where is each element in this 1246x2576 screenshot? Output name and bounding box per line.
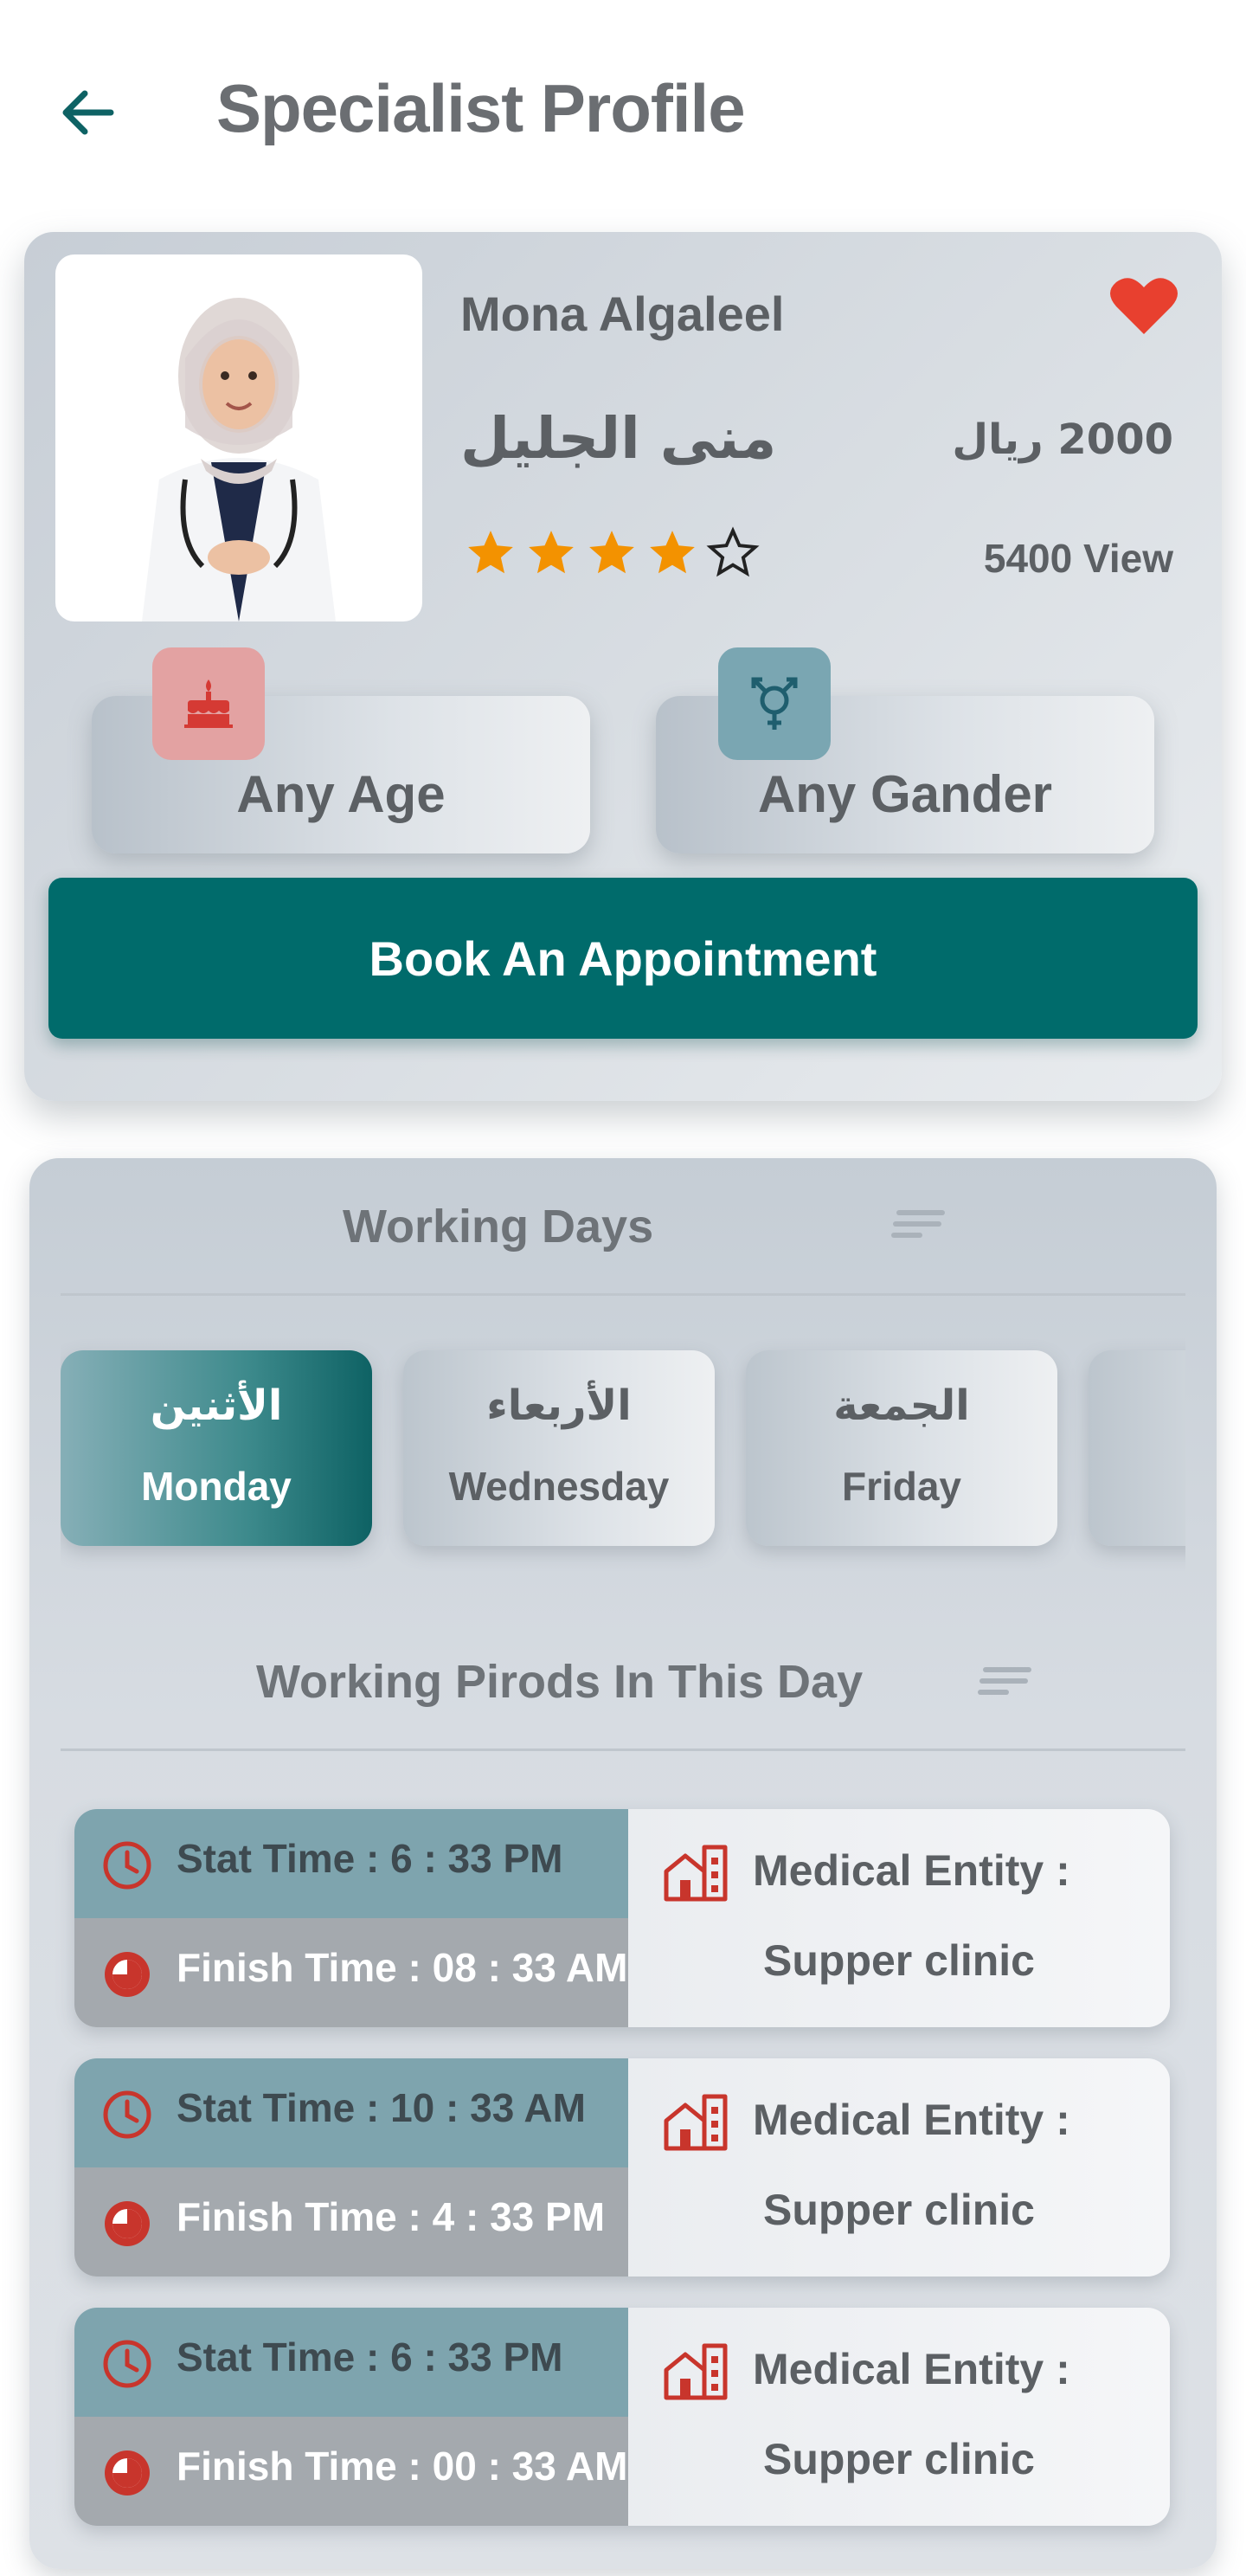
finish-time-row: Finish Time : 00 : 33 AM: [74, 2417, 628, 2526]
specialist-card: Mona Algaleel منى الجليل 2000 ريال 5400 …: [24, 232, 1222, 1101]
working-days-card: Working Days الأثنين Monday الأربعاء Wed…: [29, 1158, 1217, 2569]
entity-label: Medical Entity :: [753, 2096, 1070, 2144]
arrow-left-icon: [62, 90, 114, 135]
start-time: Stat Time : 6 : 33 PM: [177, 2334, 563, 2380]
sort-lines-icon[interactable]: [891, 1207, 948, 1241]
building-icon: [664, 2343, 728, 2400]
favorite-button[interactable]: [1109, 275, 1179, 336]
entity-label: Medical Entity :: [753, 1846, 1070, 1895]
age-label: Any Age: [236, 765, 446, 823]
day-label-ar: الجمعة: [833, 1381, 970, 1430]
day-partial[interactable]: S: [1089, 1350, 1185, 1546]
day-label-ar: الأربعاء: [486, 1381, 632, 1430]
period-times: Stat Time : 6 : 33 PM Finish Time : 08 :…: [74, 1809, 628, 2027]
page-title: Specialist Profile: [216, 70, 746, 146]
specialist-name-en: Mona Algaleel: [460, 287, 785, 341]
heart-icon: [1110, 278, 1178, 334]
finish-time: Finish Time : 00 : 33 AM: [177, 2444, 628, 2489]
period-item[interactable]: Stat Time : 10 : 33 AM Finish Time : 4 :…: [74, 2058, 1170, 2277]
day-friday[interactable]: الجمعة Friday: [746, 1350, 1057, 1546]
days-scroller[interactable]: الأثنين Monday الأربعاء Wednesday الجمعة…: [61, 1324, 1185, 1584]
day-label-en: Wednesday: [448, 1464, 670, 1509]
view-count: 5400 View: [983, 536, 1173, 581]
finish-time: Finish Time : 08 : 33 AM: [177, 1945, 628, 1990]
period-times: Stat Time : 6 : 33 PM Finish Time : 00 :…: [74, 2308, 628, 2526]
clock-icon: [103, 2340, 151, 2388]
day-label-en: Friday: [841, 1464, 962, 1509]
back-button[interactable]: [52, 78, 121, 147]
day-label-en: S: [1089, 1463, 1185, 1510]
star-filled-icon: [650, 531, 695, 574]
start-time-row: Stat Time : 10 : 33 AM: [74, 2058, 628, 2167]
timer-icon: [105, 1952, 150, 1997]
day-label-ar: الأثنين: [150, 1381, 283, 1430]
working-periods-title: Working Pirods In This Day: [256, 1656, 864, 1708]
finish-time-row: Finish Time : 4 : 33 PM: [74, 2167, 628, 2277]
rating-stars: [464, 526, 760, 580]
star-filled-icon: [589, 531, 634, 574]
clock-icon: [103, 2090, 151, 2139]
start-time-row: Stat Time : 6 : 33 PM: [74, 2308, 628, 2417]
star-outline-icon: [706, 526, 760, 577]
age-icon-box: [152, 647, 265, 760]
age-chip: Any Age: [92, 647, 590, 853]
finish-time-row: Finish Time : 08 : 33 AM: [74, 1918, 628, 2027]
star-filled-icon: [529, 531, 574, 574]
specialist-photo: [55, 254, 422, 621]
entity-value: Supper clinic: [763, 2435, 1035, 2483]
book-appointment-button[interactable]: Book An Appointment: [48, 878, 1198, 1039]
divider: [61, 1293, 1185, 1296]
day-label-en: Monday: [141, 1464, 292, 1509]
divider: [61, 1748, 1185, 1751]
period-item[interactable]: Stat Time : 6 : 33 PM Finish Time : 08 :…: [74, 1809, 1170, 2027]
period-item[interactable]: Stat Time : 6 : 33 PM Finish Time : 00 :…: [74, 2308, 1170, 2526]
clock-icon: [103, 1841, 151, 1890]
entity-value: Supper clinic: [763, 2186, 1035, 2234]
start-time: Stat Time : 6 : 33 PM: [177, 1836, 563, 1881]
cake-icon: [184, 679, 233, 728]
timer-icon: [105, 2201, 150, 2246]
building-icon: [664, 2094, 728, 2151]
entity-value: Supper clinic: [763, 1936, 1035, 1985]
consultation-price: 2000 ريال: [952, 415, 1173, 464]
day-wednesday[interactable]: الأربعاء Wednesday: [403, 1350, 715, 1546]
specialist-name-ar: منى الجليل: [460, 405, 777, 472]
star-filled-icon: [468, 531, 513, 574]
period-times: Stat Time : 10 : 33 AM Finish Time : 4 :…: [74, 2058, 628, 2277]
timer-icon: [105, 2450, 150, 2496]
gender-label: Any Gander: [757, 765, 1053, 823]
gender-chip: Any Gander: [656, 647, 1154, 853]
app-header: Specialist Profile: [0, 0, 1246, 225]
start-time-row: Stat Time : 6 : 33 PM: [74, 1809, 628, 1918]
sort-lines-icon[interactable]: [978, 1664, 1035, 1698]
building-icon: [664, 1845, 728, 1902]
finish-time: Finish Time : 4 : 33 PM: [177, 2194, 606, 2239]
gender-icon-box: [718, 647, 831, 760]
day-monday[interactable]: الأثنين Monday: [61, 1350, 372, 1546]
gender-icon: [751, 677, 798, 730]
entity-label: Medical Entity :: [753, 2345, 1070, 2393]
start-time: Stat Time : 10 : 33 AM: [177, 2085, 586, 2130]
working-days-title: Working Days: [343, 1201, 654, 1253]
